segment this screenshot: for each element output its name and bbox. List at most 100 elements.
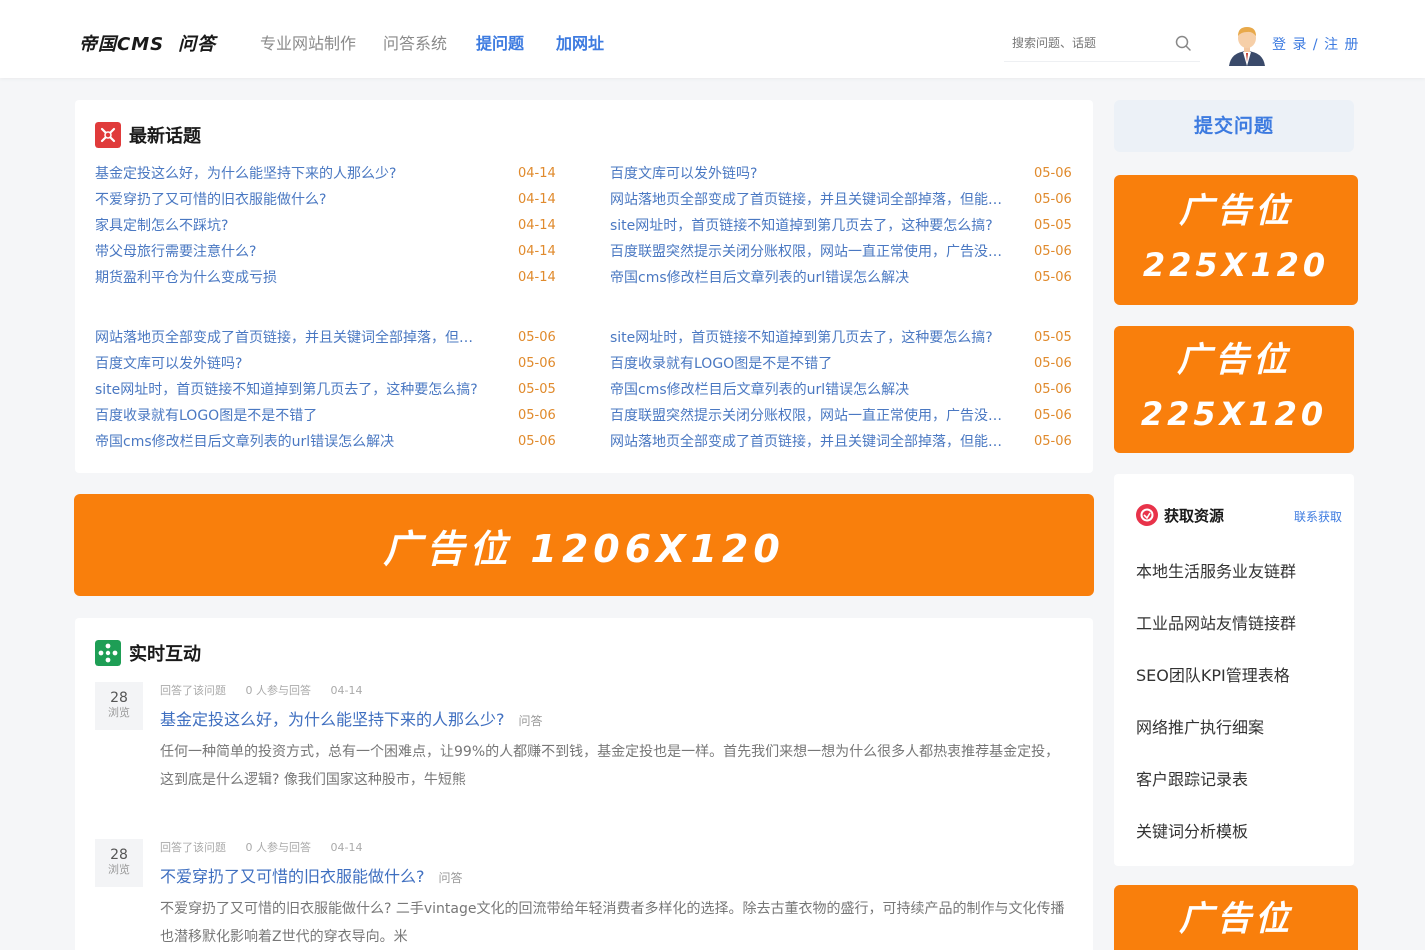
nav-link-add-url[interactable]: 加网址 <box>556 30 604 54</box>
qa-action: 回答了该问题 <box>160 841 226 854</box>
resources-contact-link[interactable]: 联系获取 <box>1294 508 1342 525</box>
resource-item[interactable]: SEO团队KPI管理表格 <box>1136 662 1290 686</box>
list-item[interactable]: 不爱穿扔了又可惜的旧衣服能做什么? 04-14 <box>95 187 556 213</box>
list-item[interactable]: site网址时，首页链接不知道掉到第几页去了，这种要怎么搞? 05-05 <box>95 377 556 403</box>
nav-link-qa-system[interactable]: 问答系统 <box>383 30 447 54</box>
resource-item[interactable]: 客户跟踪记录表 <box>1136 766 1248 790</box>
topic-date: 05-06 <box>1034 166 1072 181</box>
topic-date: 04-14 <box>518 244 556 259</box>
banner-ad[interactable]: 广告位 1206X120 <box>74 494 1094 596</box>
qa-title-row: 基金定投这么好，为什么能坚持下来的人那么少? 问答 <box>160 706 543 730</box>
banner-ad-text: 广告位 1206X120 <box>383 527 785 571</box>
topics-icon <box>95 122 121 148</box>
topic-date: 04-14 <box>518 270 556 285</box>
list-item[interactable]: 网站落地页全部变成了首页链接，并且关键词全部掉落，但能… 05-06 <box>610 429 1072 455</box>
topic-date: 05-06 <box>1034 356 1072 371</box>
search-input[interactable] <box>1004 24 1164 62</box>
list-item[interactable]: 网站落地页全部变成了首页链接，并且关键词全部掉落，但能… 05-06 <box>610 187 1072 213</box>
list-item[interactable]: 百度文库可以发外链吗? 05-06 <box>95 351 556 377</box>
topic-title[interactable]: 不爱穿扔了又可惜的旧衣服能做什么? <box>95 187 505 213</box>
list-item[interactable]: 家具定制怎么不踩坑? 04-14 <box>95 213 556 239</box>
topic-title[interactable]: 百度联盟突然提示关闭分账权限，网站一直正常使用，广告没… <box>610 239 1028 265</box>
site-logo[interactable]: 帝国CMS 问答 <box>79 30 216 56</box>
sidebar-ad-line1: 广告位 <box>1179 191 1293 231</box>
topic-title[interactable]: 百度收录就有LOGO图是不是不错了 <box>95 403 505 429</box>
qa-title-row: 不爱穿扔了又可惜的旧衣服能做什么? 问答 <box>160 863 463 887</box>
topic-title[interactable]: 百度文库可以发外链吗? <box>610 161 1028 187</box>
view-label: 浏览 <box>108 706 130 719</box>
qa-title-link[interactable]: 不爱穿扔了又可惜的旧衣服能做什么? <box>160 867 425 886</box>
topic-title[interactable]: 带父母旅行需要注意什么? <box>95 239 505 265</box>
topic-title[interactable]: 基金定投这么好，为什么能坚持下来的人那么少? <box>95 161 505 187</box>
topic-title[interactable]: site网址时，首页链接不知道掉到第几页去了，这种要怎么搞? <box>610 325 1028 351</box>
topic-title[interactable]: 帝国cms修改栏目后文章列表的url错误怎么解决 <box>610 377 1028 403</box>
topic-title[interactable]: 帝国cms修改栏目后文章列表的url错误怎么解决 <box>610 265 1028 291</box>
search-box <box>1004 24 1200 62</box>
search-icon[interactable] <box>1174 34 1192 52</box>
qa-title-link[interactable]: 基金定投这么好，为什么能坚持下来的人那么少? <box>160 710 505 729</box>
logo-main: 帝国CMS <box>79 34 165 55</box>
topic-date: 05-06 <box>1034 434 1072 449</box>
topic-date: 05-06 <box>1034 192 1072 207</box>
view-count-badge: 28 浏览 <box>95 682 143 730</box>
nav-link-ask[interactable]: 提问题 <box>476 30 524 54</box>
login-register-link[interactable]: 登 录 / 注 册 <box>1272 34 1360 54</box>
topic-date: 05-06 <box>518 356 556 371</box>
list-item[interactable]: 帝国cms修改栏目后文章列表的url错误怎么解决 05-06 <box>95 429 556 455</box>
view-count-badge: 28 浏览 <box>95 839 143 887</box>
topic-title[interactable]: 家具定制怎么不踩坑? <box>95 213 505 239</box>
qa-tag[interactable]: 问答 <box>519 714 543 728</box>
topic-title[interactable]: site网址时，首页链接不知道掉到第几页去了，这种要怎么搞? <box>610 213 1028 239</box>
list-item[interactable]: 基金定投这么好，为什么能坚持下来的人那么少? 04-14 <box>95 161 556 187</box>
list-item[interactable]: 百度联盟突然提示关闭分账权限，网站一直正常使用，广告没… 05-06 <box>610 403 1072 429</box>
list-item[interactable]: 期货盈利平仓为什么变成亏损 04-14 <box>95 265 556 291</box>
topic-list-left-2: 网站落地页全部变成了首页链接，并且关键词全部掉落，但… 05-06 百度文库可以发… <box>95 325 556 455</box>
list-item[interactable]: 百度收录就有LOGO图是不是不错了 05-06 <box>610 351 1072 377</box>
latest-topics-heading: 最新话题 <box>95 122 201 148</box>
sidebar-ad[interactable]: 广告位 <box>1114 885 1358 950</box>
topic-date: 04-14 <box>518 192 556 207</box>
topic-title[interactable]: 网站落地页全部变成了首页链接，并且关键词全部掉落，但能… <box>610 429 1028 455</box>
topic-title[interactable]: 百度文库可以发外链吗? <box>95 351 505 377</box>
topic-title[interactable]: site网址时，首页链接不知道掉到第几页去了，这种要怎么搞? <box>95 377 505 403</box>
list-item[interactable]: 百度文库可以发外链吗? 05-06 <box>610 161 1072 187</box>
list-item[interactable]: 网站落地页全部变成了首页链接，并且关键词全部掉落，但… 05-06 <box>95 325 556 351</box>
list-item[interactable]: site网址时，首页链接不知道掉到第几页去了，这种要怎么搞? 05-05 <box>610 325 1072 351</box>
realtime-title: 实时互动 <box>129 644 201 665</box>
resource-item[interactable]: 关键词分析模板 <box>1136 818 1248 842</box>
topic-list-right-1: 百度文库可以发外链吗? 05-06 网站落地页全部变成了首页链接，并且关键词全部掉… <box>610 161 1072 291</box>
user-avatar-icon[interactable] <box>1225 22 1269 66</box>
qa-meta: 回答了该问题 0 人参与回答 04-14 <box>160 682 378 698</box>
qa-item: 28 浏览 回答了该问题 0 人参与回答 04-14 基金定投这么好，为什么能坚… <box>95 682 1075 812</box>
list-item[interactable]: 带父母旅行需要注意什么? 04-14 <box>95 239 556 265</box>
topic-date: 05-06 <box>518 434 556 449</box>
list-item[interactable]: 帝国cms修改栏目后文章列表的url错误怎么解决 05-06 <box>610 377 1072 403</box>
resource-item[interactable]: 工业品网站友情链接群 <box>1136 610 1296 634</box>
nav-link-website[interactable]: 专业网站制作 <box>260 30 356 54</box>
topic-date: 05-05 <box>518 382 556 397</box>
list-item[interactable]: site网址时，首页链接不知道掉到第几页去了，这种要怎么搞? 05-05 <box>610 213 1072 239</box>
realtime-heading: 实时互动 <box>95 640 201 666</box>
qa-excerpt: 不爱穿扔了又可惜的旧衣服能做什么? 二手vintage文化的回流带给年轻消费者多… <box>160 901 1065 945</box>
list-item[interactable]: 帝国cms修改栏目后文章列表的url错误怎么解决 05-06 <box>610 265 1072 291</box>
resource-item[interactable]: 网络推广执行细案 <box>1136 714 1264 738</box>
topic-title[interactable]: 期货盈利平仓为什么变成亏损 <box>95 265 505 291</box>
resource-item[interactable]: 本地生活服务业友链群 <box>1136 558 1296 582</box>
submit-question-button[interactable]: 提交问题 <box>1114 100 1354 152</box>
list-item[interactable]: 百度收录就有LOGO图是不是不错了 05-06 <box>95 403 556 429</box>
resources-heading: 获取资源 <box>1136 504 1224 526</box>
topic-title[interactable]: 百度联盟突然提示关闭分账权限，网站一直正常使用，广告没… <box>610 403 1028 429</box>
sidebar-ad[interactable]: 广告位 225X120 <box>1114 326 1354 453</box>
qa-excerpt: 任何一种简单的投资方式，总有一个困难点，让99%的人都赚不到钱，基金定投也是一样… <box>160 744 1060 788</box>
qa-participants: 0 人参与回答 <box>245 841 312 854</box>
topic-title[interactable]: 百度收录就有LOGO图是不是不错了 <box>610 351 1028 377</box>
topic-title[interactable]: 网站落地页全部变成了首页链接，并且关键词全部掉落，但能… <box>610 187 1028 213</box>
qa-tag[interactable]: 问答 <box>439 871 463 885</box>
topic-title[interactable]: 网站落地页全部变成了首页链接，并且关键词全部掉落，但… <box>95 325 505 351</box>
topic-title[interactable]: 帝国cms修改栏目后文章列表的url错误怎么解决 <box>95 429 505 455</box>
qa-meta: 回答了该问题 0 人参与回答 04-14 <box>160 839 378 855</box>
sidebar-ad-line2: 225X120 <box>1142 246 1330 284</box>
qa-date: 04-14 <box>330 841 363 854</box>
list-item[interactable]: 百度联盟突然提示关闭分账权限，网站一直正常使用，广告没… 05-06 <box>610 239 1072 265</box>
sidebar-ad[interactable]: 广告位 225X120 <box>1114 175 1358 305</box>
